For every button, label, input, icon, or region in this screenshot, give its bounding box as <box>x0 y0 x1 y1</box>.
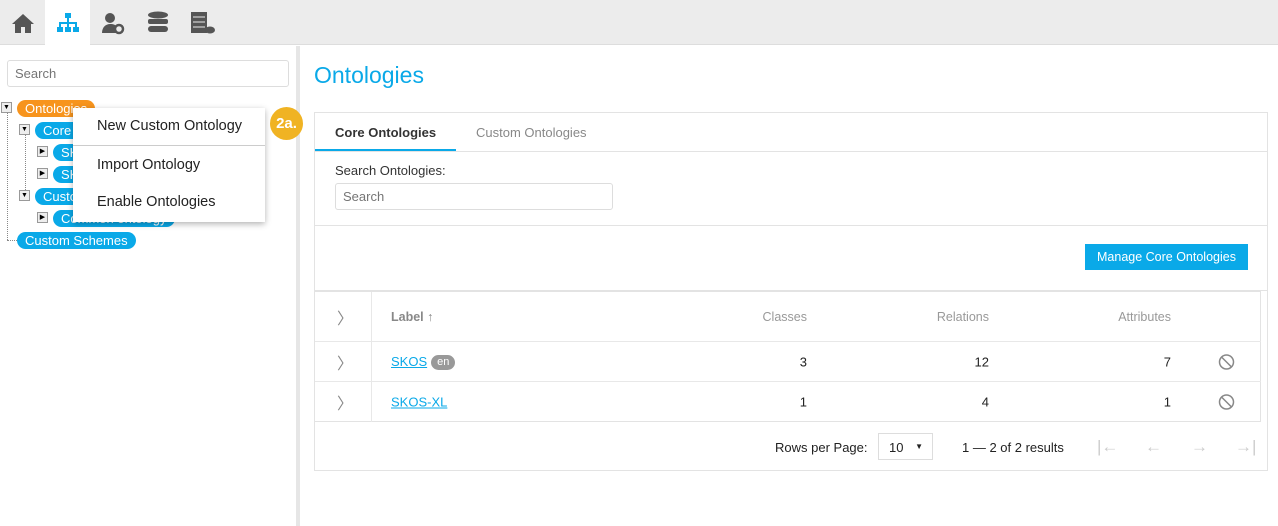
database-icon <box>147 11 168 32</box>
page-title: Ontologies <box>314 62 424 88</box>
tree-line <box>25 130 26 196</box>
tree-line <box>7 108 8 240</box>
relations-cell: 4 <box>981 394 989 410</box>
pagination: Rows per Page: 10 ▼ 1 — 2 of 2 results |←… <box>315 433 1267 460</box>
column-header-attributes[interactable]: Attributes <box>1118 310 1171 324</box>
menu-item-new-custom-ontology[interactable]: New Custom Ontology <box>97 118 242 134</box>
tree-node-custom-schemes[interactable]: Custom Schemes <box>17 232 136 249</box>
column-header-label[interactable]: Label ↑ <box>391 310 433 324</box>
results-range: 1 — 2 of 2 results <box>962 440 1064 455</box>
rows-per-page-label: Rows per Page: <box>775 440 868 455</box>
server-cloud-icon <box>190 11 215 33</box>
attributes-cell: 1 <box>1163 394 1171 410</box>
user-gear-icon <box>101 12 124 34</box>
ontologies-table: 〉 Label ↑ Classes Relations Attributes 〉… <box>315 291 1261 422</box>
expand-toggle[interactable]: ▶ <box>37 168 48 179</box>
column-header-relations[interactable]: Relations <box>937 310 989 324</box>
menu-item-enable-ontologies[interactable]: Enable Ontologies <box>97 194 216 210</box>
home-button[interactable] <box>0 0 45 45</box>
sidebar-search-input[interactable] <box>7 60 289 87</box>
language-badge: en <box>431 354 456 370</box>
label-cell: SKOS en <box>391 354 456 370</box>
label-cell: SKOS-XL <box>391 395 447 410</box>
classes-cell: 3 <box>799 354 807 369</box>
sitemap-icon <box>56 12 79 32</box>
tab-custom-ontologies[interactable]: Custom Ontologies <box>476 125 587 140</box>
search-label: Search Ontologies: <box>335 163 446 178</box>
manage-core-ontologies-button[interactable]: Manage Core Ontologies <box>1085 244 1248 270</box>
expand-row-chevron-icon[interactable]: 〉 <box>337 350 353 374</box>
collapse-toggle[interactable]: ▼ <box>1 102 12 113</box>
database-button[interactable] <box>135 0 180 45</box>
relations-cell: 12 <box>974 354 989 369</box>
ontology-link[interactable]: SKOS-XL <box>391 395 447 410</box>
rows-per-page-select[interactable]: 10 ▼ <box>878 433 933 460</box>
expand-toggle[interactable]: ▶ <box>37 146 48 157</box>
sort-ascending-icon: ↑ <box>427 309 434 324</box>
menu-item-import-ontology[interactable]: Import Ontology <box>97 157 200 173</box>
next-page-icon[interactable]: → <box>1191 437 1208 457</box>
collapse-toggle[interactable]: ▼ <box>19 190 30 201</box>
attributes-cell: 7 <box>1163 354 1171 369</box>
table-row: 〉 SKOS en 3 12 7 <box>315 342 1261 382</box>
classes-cell: 1 <box>799 394 807 410</box>
expand-all-chevron-icon[interactable]: 〉 <box>337 305 353 329</box>
column-header-classes[interactable]: Classes <box>763 310 807 324</box>
top-toolbar <box>0 0 1278 45</box>
first-page-icon[interactable]: |← <box>1097 437 1118 457</box>
ontology-tree-button[interactable] <box>45 0 90 45</box>
ontologies-panel: Core Ontologies Custom Ontologies Search… <box>314 112 1268 471</box>
disable-icon[interactable] <box>1218 353 1235 370</box>
ontology-search-input[interactable] <box>335 183 613 210</box>
tab-bar: Core Ontologies Custom Ontologies <box>315 113 1267 152</box>
collapse-toggle[interactable]: ▼ <box>19 124 30 135</box>
context-menu: New Custom Ontology Import Ontology Enab… <box>73 108 265 222</box>
active-tab-indicator <box>315 149 456 151</box>
expand-toggle[interactable]: ▶ <box>37 212 48 223</box>
home-icon <box>11 13 34 33</box>
last-page-icon[interactable]: →| <box>1235 437 1256 457</box>
disable-icon[interactable] <box>1218 394 1235 411</box>
dropdown-arrow-icon: ▼ <box>915 442 923 451</box>
step-badge: 2a. <box>270 107 303 140</box>
expand-row-chevron-icon[interactable]: 〉 <box>337 390 353 414</box>
menu-divider <box>73 145 265 146</box>
divider <box>315 225 1267 226</box>
table-row: 〉 SKOS-XL 1 4 1 <box>315 382 1261 422</box>
tab-core-ontologies[interactable]: Core Ontologies <box>335 125 436 140</box>
ontology-link[interactable]: SKOS <box>391 354 427 369</box>
user-settings-button[interactable] <box>90 0 135 45</box>
previous-page-icon[interactable]: ← <box>1145 437 1162 457</box>
server-button[interactable] <box>180 0 225 45</box>
table-header: 〉 Label ↑ Classes Relations Attributes <box>315 292 1261 342</box>
